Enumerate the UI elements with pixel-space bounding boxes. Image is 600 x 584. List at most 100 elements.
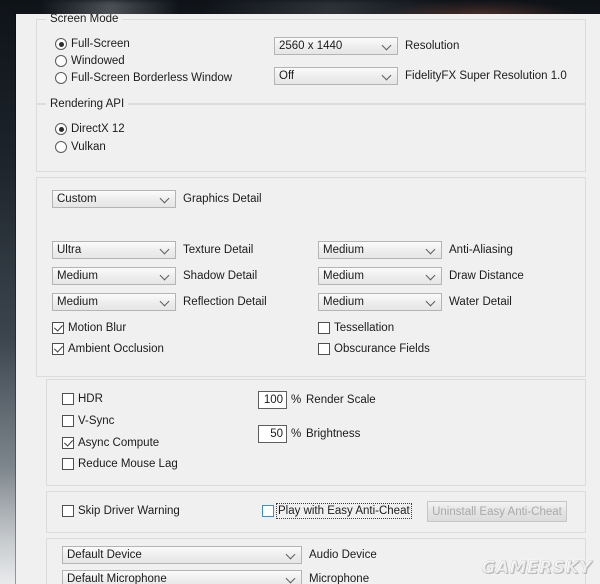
checkbox-reduce-mouse-lag[interactable]: Reduce Mouse Lag [62,458,178,470]
checkbox-label: Ambient Occlusion [68,343,164,355]
settings-panel: Screen Mode Full-Screen Windowed Full-Sc… [16,14,600,584]
resolution-dropdown[interactable]: 2560 x 1440 [274,37,398,55]
anti-aliasing-value: Medium [323,244,364,256]
checkbox-label: Tessellation [334,322,395,334]
brightness-input[interactable]: 50 [258,425,287,443]
checkbox-ambient-occlusion[interactable]: Ambient Occlusion [52,343,164,355]
chevron-down-icon [161,297,169,305]
radio-indicator-icon [55,123,67,135]
checkbox-label: V-Sync [78,415,115,427]
brightness-unit: % [291,428,302,440]
radio-label: Full-Screen Borderless Window [71,72,233,84]
radio-label: Vulkan [71,141,106,153]
checkbox-indicator-icon [52,343,64,355]
checkbox-indicator-icon [62,393,74,405]
radio-indicator-icon [55,72,67,84]
reflection-detail-value: Medium [57,296,98,308]
chevron-down-icon [427,245,435,253]
checkbox-label: HDR [78,393,103,405]
water-detail-label: Water Detail [449,296,512,308]
chevron-down-icon [161,194,169,202]
draw-distance-dropdown[interactable]: Medium [318,267,442,285]
checkbox-play-with-easy-anti-cheat[interactable]: Play with Easy Anti-Cheat [262,503,412,519]
checkbox-label: Reduce Mouse Lag [78,458,178,470]
radio-label: DirectX 12 [71,123,125,135]
chevron-down-icon [383,41,391,49]
anti-aliasing-label: Anti-Aliasing [449,244,513,256]
radio-indicator-icon [55,141,67,153]
screen-mode-legend: Screen Mode [46,14,123,25]
fsr-dropdown[interactable]: Off [274,67,398,85]
checkbox-indicator-icon [318,322,330,334]
checkbox-label: Motion Blur [68,322,127,334]
checkbox-indicator-icon [318,343,330,355]
brightness-label: Brightness [306,428,361,440]
microphone-label: Microphone [309,573,370,584]
checkbox-indicator-icon [62,437,74,449]
checkbox-label: Play with Easy Anti-Cheat [276,503,412,519]
draw-distance-value: Medium [323,270,364,282]
shadow-detail-label: Shadow Detail [183,270,258,282]
render-scale-unit: % [291,394,302,406]
checkbox-hdr[interactable]: HDR [62,393,103,405]
water-detail-dropdown[interactable]: Medium [318,293,442,311]
shadow-detail-dropdown[interactable]: Medium [52,267,176,285]
radio-indicator-icon [55,55,67,67]
radio-borderless-window[interactable]: Full-Screen Borderless Window [55,72,232,84]
checkbox-async-compute[interactable]: Async Compute [62,437,159,449]
radio-label: Windowed [71,55,125,67]
water-detail-value: Medium [323,296,364,308]
checkbox-indicator-icon [62,505,74,517]
reflection-detail-label: Reflection Detail [183,296,267,308]
checkbox-indicator-icon [52,322,64,334]
microphone-value: Default Microphone [67,573,167,584]
chevron-down-icon [427,271,435,279]
checkbox-v-sync[interactable]: V-Sync [62,415,114,427]
rendering-api-group: Rendering API [36,98,586,172]
checkbox-motion-blur[interactable]: Motion Blur [52,322,126,334]
checkbox-label: Skip Driver Warning [78,505,180,517]
fsr-label: FidelityFX Super Resolution 1.0 [405,70,567,82]
checkbox-indicator-icon [62,458,74,470]
chevron-down-icon [161,245,169,253]
checkbox-indicator-icon [262,505,274,517]
chevron-down-icon [161,271,169,279]
draw-distance-label: Draw Distance [449,270,524,282]
texture-detail-label: Texture Detail [183,244,254,256]
chevron-down-icon [287,574,295,582]
microphone-dropdown[interactable]: Default Microphone [62,570,302,584]
radio-directx-12[interactable]: DirectX 12 [55,123,125,135]
audio-device-label: Audio Device [309,549,377,561]
audio-device-value: Default Device [67,549,142,561]
checkbox-obscurance-fields[interactable]: Obscurance Fields [318,343,430,355]
texture-detail-value: Ultra [57,244,82,256]
anti-aliasing-dropdown[interactable]: Medium [318,241,442,259]
resolution-label: Resolution [405,40,460,52]
uninstall-button-label: Uninstall Easy Anti-Cheat [432,505,562,518]
checkbox-label: Async Compute [78,437,160,449]
render-scale-input[interactable]: 100 [258,391,287,409]
texture-detail-dropdown[interactable]: Ultra [52,241,176,259]
reflection-detail-dropdown[interactable]: Medium [52,293,176,311]
checkbox-label: Obscurance Fields [334,343,430,355]
rendering-api-legend: Rendering API [46,98,129,110]
checkbox-tessellation[interactable]: Tessellation [318,322,394,334]
checkbox-indicator-icon [62,415,74,427]
radio-full-screen[interactable]: Full-Screen [55,38,130,50]
fsr-value: Off [279,70,295,82]
radio-indicator-icon [55,38,67,50]
radio-windowed[interactable]: Windowed [55,55,125,67]
chevron-down-icon [427,297,435,305]
checkbox-skip-driver-warning[interactable]: Skip Driver Warning [62,505,180,517]
audio-device-dropdown[interactable]: Default Device [62,546,302,564]
uninstall-easy-anti-cheat-button[interactable]: Uninstall Easy Anti-Cheat [427,501,567,522]
chevron-down-icon [383,71,391,79]
resolution-value: 2560 x 1440 [279,40,343,52]
graphics-detail-dropdown[interactable]: Custom [52,190,176,208]
chevron-down-icon [287,550,295,558]
render-scale-label: Render Scale [306,394,376,406]
graphics-detail-value: Custom [57,193,97,205]
radio-label: Full-Screen [71,38,130,50]
shadow-detail-value: Medium [57,270,98,282]
radio-vulkan[interactable]: Vulkan [55,141,106,153]
